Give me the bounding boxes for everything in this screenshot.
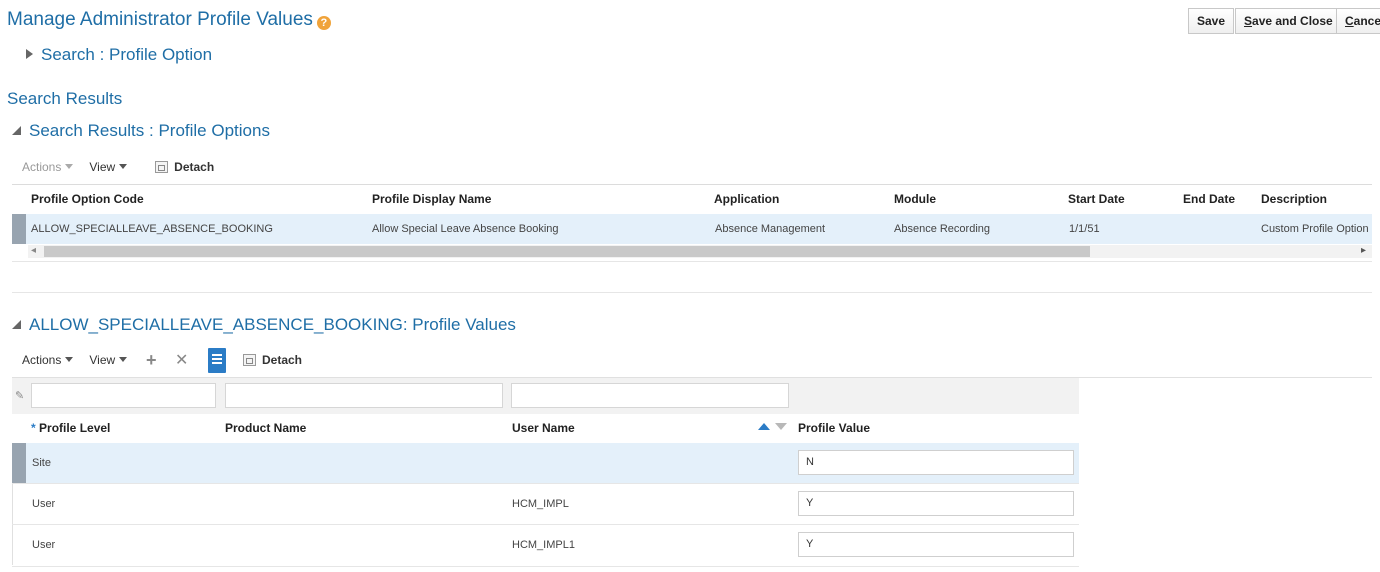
values-actions-label: Actions — [22, 353, 62, 367]
search-section-toggle[interactable]: Search : Profile Option — [26, 45, 212, 65]
cell-profile-level: Site — [32, 457, 51, 469]
filter-profile-level-input[interactable] — [31, 383, 216, 408]
detach-icon — [243, 354, 256, 366]
x-icon[interactable]: ✕ — [175, 350, 188, 370]
values-actions-menu[interactable]: Actions — [22, 353, 74, 367]
col-header-end-date[interactable]: End Date — [1183, 192, 1235, 206]
search-results-panel-toggle[interactable]: Search Results : Profile Options — [12, 121, 270, 141]
results-actions-label: Actions — [22, 160, 62, 174]
col-header-user-name[interactable]: User Name — [512, 421, 575, 435]
save-button[interactable]: Save — [1188, 8, 1235, 34]
sort-ascending-icon[interactable] — [758, 423, 770, 430]
page-title-text: Manage Administrator Profile Values — [7, 9, 313, 30]
cell-application: Absence Management — [715, 223, 826, 235]
sort-descending-icon[interactable] — [775, 423, 787, 430]
col-header-profile-level-label: Profile Level — [39, 421, 111, 435]
results-table-top-border — [12, 184, 1372, 185]
chevron-down-icon — [119, 357, 128, 362]
row-divider — [12, 483, 1079, 484]
save-and-close-button[interactable]: Save and Close — [1235, 8, 1342, 34]
profile-values-panel-title: ALLOW_SPECIALLEAVE_ABSENCE_BOOKING: Prof… — [29, 315, 516, 334]
filter-icon[interactable] — [208, 348, 226, 373]
values-view-label: View — [89, 353, 116, 367]
results-view-menu[interactable]: View — [89, 160, 128, 174]
profile-value-input[interactable]: Y — [798, 491, 1074, 516]
save-and-close-mnemonic: S — [1244, 14, 1253, 28]
col-header-profile-display-name[interactable]: Profile Display Name — [372, 192, 491, 206]
cell-profile-level: User — [32, 498, 56, 510]
triangle-right-icon — [26, 49, 33, 59]
cell-user-name: HCM_IMPL1 — [512, 539, 575, 551]
cell-profile-option-code: ALLOW_SPECIALLEAVE_ABSENCE_BOOKING — [31, 223, 273, 235]
values-toolbar: Actions View — [22, 353, 143, 367]
results-view-label: View — [89, 160, 116, 174]
profile-value-input[interactable]: Y — [798, 532, 1074, 557]
profile-value-input[interactable]: N — [798, 450, 1074, 475]
col-header-description[interactable]: Description — [1261, 192, 1327, 206]
required-marker: * — [31, 421, 36, 435]
scroll-left-icon[interactable]: ◂ — [31, 245, 36, 256]
col-header-profile-value[interactable]: Profile Value — [798, 421, 870, 435]
col-header-module[interactable]: Module — [894, 192, 936, 206]
row-divider — [12, 524, 1079, 525]
row-selector[interactable] — [12, 484, 13, 524]
col-header-start-date[interactable]: Start Date — [1068, 192, 1125, 206]
cell-module: Absence Recording — [894, 223, 991, 235]
row-selector[interactable] — [12, 443, 26, 483]
cancel-button[interactable]: Cancel — [1336, 8, 1380, 34]
page-title: Manage Administrator Profile Values? — [7, 9, 331, 31]
filter-user-name-input[interactable] — [511, 383, 789, 408]
chevron-down-icon — [119, 164, 128, 169]
cell-start-date: 1/1/51 — [1069, 223, 1100, 235]
col-header-application[interactable]: Application — [714, 192, 779, 206]
results-toolbar: Actions View Detach — [22, 160, 230, 174]
chevron-down-icon — [65, 357, 74, 362]
scrollbar-thumb[interactable] — [44, 246, 1090, 257]
row-selector[interactable] — [12, 525, 13, 565]
plus-icon[interactable]: + — [146, 350, 157, 371]
results-table-bottom-border — [12, 261, 1372, 262]
cell-profile-level: User — [32, 539, 56, 551]
col-header-profile-level[interactable]: * Profile Level — [31, 421, 110, 435]
profile-values-panel-toggle[interactable]: ALLOW_SPECIALLEAVE_ABSENCE_BOOKING: Prof… — [12, 315, 516, 335]
values-table-bottom-border — [12, 566, 1079, 567]
triangle-down-icon — [12, 126, 21, 135]
search-results-heading: Search Results — [7, 89, 123, 108]
filter-product-name-input[interactable] — [225, 383, 503, 408]
col-header-profile-option-code[interactable]: Profile Option Code — [31, 192, 144, 206]
help-icon[interactable]: ? — [316, 16, 331, 30]
triangle-down-icon — [12, 320, 21, 329]
section-divider — [12, 292, 1372, 293]
col-header-product-name[interactable]: Product Name — [225, 421, 306, 435]
cell-description: Custom Profile Option — [1261, 223, 1369, 235]
row-selector[interactable] — [12, 214, 26, 244]
save-and-close-label: ave and Close — [1252, 14, 1333, 28]
values-detach-button[interactable]: Detach — [243, 353, 302, 367]
chevron-down-icon — [65, 164, 74, 169]
cancel-mnemonic: C — [1345, 14, 1354, 28]
search-section-label: Search : Profile Option — [41, 45, 213, 64]
cell-user-name: HCM_IMPL — [512, 498, 569, 510]
search-results-panel-title: Search Results : Profile Options — [29, 121, 270, 140]
results-detach-button[interactable]: Detach — [155, 160, 214, 174]
results-actions-menu[interactable]: Actions — [22, 160, 74, 174]
detach-icon — [155, 161, 169, 173]
filter-icon: ✎ — [15, 390, 25, 402]
values-view-menu[interactable]: View — [89, 353, 128, 367]
cancel-label: ancel — [1353, 14, 1380, 28]
cell-profile-display-name: Allow Special Leave Absence Booking — [372, 223, 559, 235]
results-detach-label: Detach — [174, 160, 215, 174]
values-detach-label: Detach — [262, 353, 303, 367]
scroll-right-icon[interactable]: ▸ — [1361, 245, 1366, 256]
